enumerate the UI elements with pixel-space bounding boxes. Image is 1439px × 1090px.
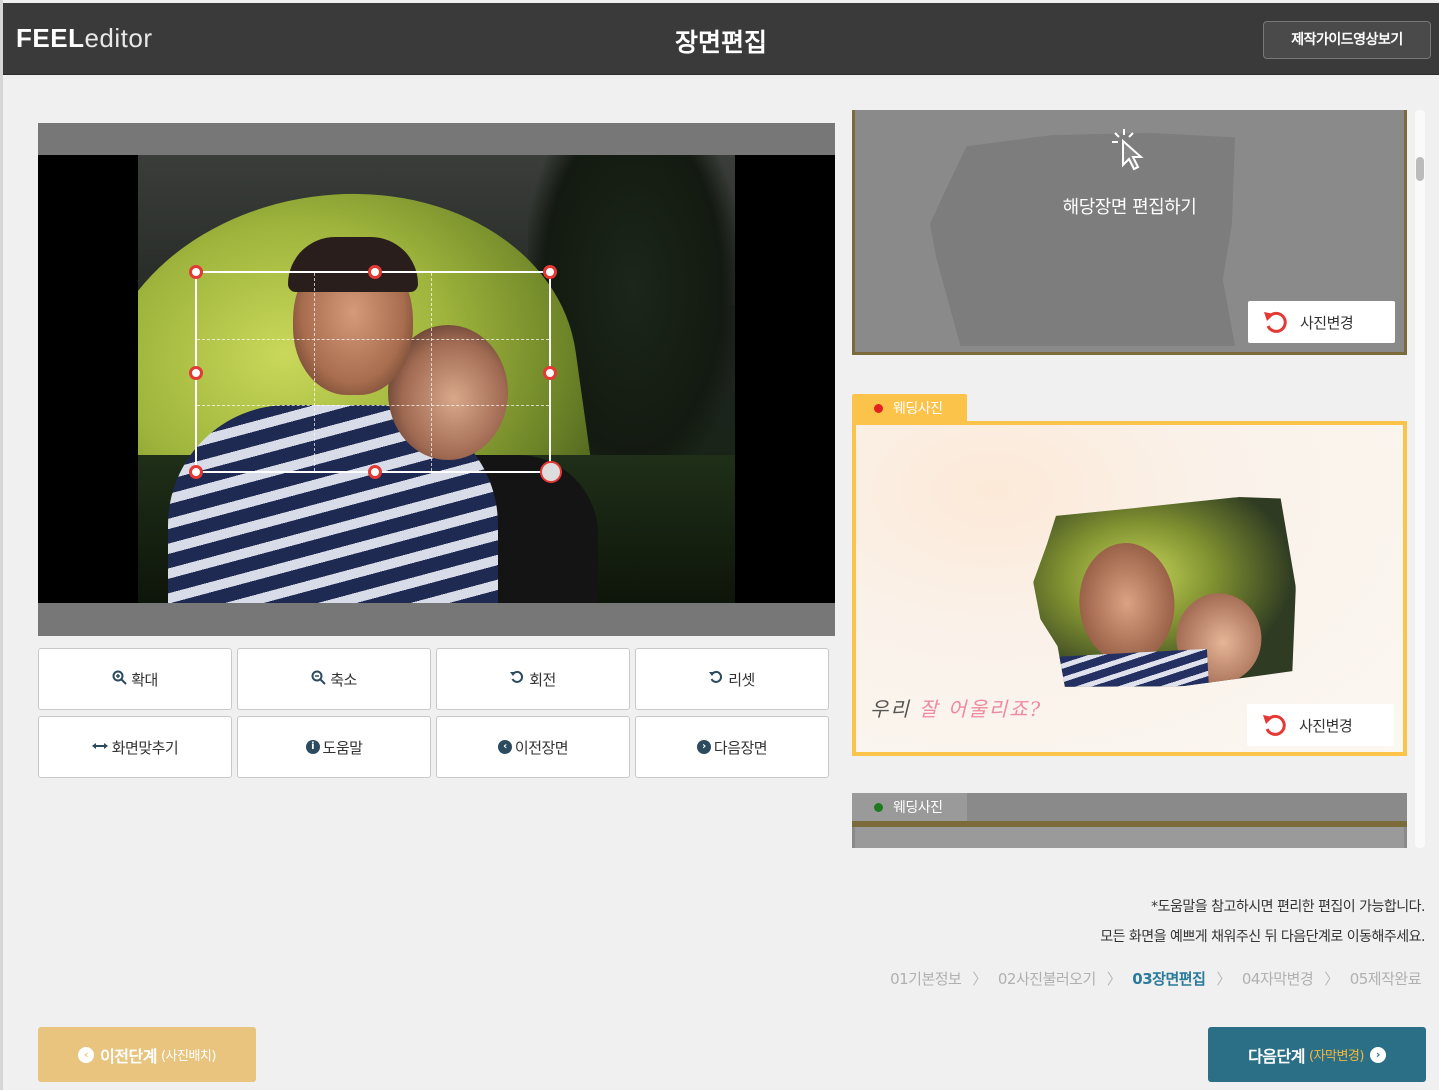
reset-icon <box>709 670 724 689</box>
scene-tag-label-3: 웨딩사진 <box>893 800 943 816</box>
reset-arrow-icon <box>1263 714 1286 736</box>
help-button[interactable]: i 도움말 <box>237 716 431 778</box>
crop-handle-right[interactable] <box>543 366 557 380</box>
help-label: 도움말 <box>322 738 363 757</box>
rotate-icon <box>510 670 525 689</box>
scene-list[interactable]: 해당장면 편집하기 사진변경 웨딩사진 우리 잘 어울리죠? 사진변경 웨딩사진 <box>852 110 1407 848</box>
note-line-1: *도움말을 참고하시면 편리한 편집이 가능합니다. <box>1151 899 1425 915</box>
prev-scene-label: 이전장면 <box>514 738 569 757</box>
step-4: 04자막변경 <box>1241 970 1314 988</box>
scene-tag-label-2: 웨딩사진 <box>893 401 943 417</box>
rotate-label: 회전 <box>529 670 556 689</box>
next-scene-label: 다음장면 <box>713 738 768 757</box>
crop-handle-rotate[interactable] <box>540 461 562 483</box>
zoom-in-label: 확대 <box>131 670 158 689</box>
prev-scene-button[interactable]: ‹ 이전장면 <box>436 716 630 778</box>
change-photo-button-2[interactable]: 사진변경 <box>1247 704 1394 746</box>
guide-video-button[interactable]: 제작가이드영상보기 <box>1263 21 1431 59</box>
prev-step-label: 이전단계 <box>100 1046 157 1066</box>
arrow-right-circle-icon: › <box>696 740 711 754</box>
caption-plain: 우리 <box>870 697 920 721</box>
change-photo-label-2: 사진변경 <box>1299 716 1353 735</box>
help-notes: *도움말을 참고하시면 편리한 편집이 가능합니다. 모든 화면을 예쁘게 채워… <box>1100 892 1425 952</box>
reset-arrow-icon <box>1264 311 1287 333</box>
step-breadcrumb: 01기본정보 〉 02사진불러오기 〉 03장면편집 〉 04자막변경 〉 05… <box>888 968 1423 989</box>
scene-photo-2 <box>1029 494 1300 693</box>
zoom-out-button[interactable]: 축소 <box>237 648 431 710</box>
click-cursor-icon <box>1110 127 1150 175</box>
fit-screen-label: 화면맞추기 <box>111 738 179 757</box>
crop-handle-bottom[interactable] <box>368 465 382 479</box>
app-header: FEELeditor 장면편집 제작가이드영상보기 <box>3 3 1439 75</box>
chevron-right-icon: 〉 <box>1324 970 1339 988</box>
change-photo-button-1[interactable]: 사진변경 <box>1248 301 1395 343</box>
canvas-frame <box>38 155 835 603</box>
edit-scene-text: 해당장면 편집하기 <box>1062 197 1197 218</box>
status-dot-red <box>874 403 883 413</box>
status-dot-green <box>874 802 883 812</box>
page-title: 장면편집 <box>674 28 767 57</box>
chevron-right-icon: 〉 <box>972 970 987 988</box>
scene-tag-3: 웨딩사진 <box>852 793 967 821</box>
chevron-right-icon: 〉 <box>1216 970 1231 988</box>
scene-tag-2: 웨딩사진 <box>852 394 967 422</box>
reset-label: 리셋 <box>728 670 755 689</box>
next-step-sub: (자막변경) <box>1308 1049 1364 1064</box>
reset-button[interactable]: 리셋 <box>635 648 829 710</box>
arrow-left-circle-icon: ‹ <box>497 740 512 754</box>
arrow-left-circle-icon: ‹ <box>78 1046 95 1063</box>
crop-handle-top-left[interactable] <box>189 265 203 279</box>
prev-step-button[interactable]: ‹ 이전단계 (사진배치) <box>38 1027 256 1082</box>
crop-box[interactable] <box>189 265 562 483</box>
fit-screen-button[interactable]: 화면맞추기 <box>38 716 232 778</box>
scene-card-2[interactable]: 우리 잘 어울리죠? 사진변경 <box>852 421 1407 756</box>
scene-card-1[interactable]: 해당장면 편집하기 사진변경 <box>852 110 1407 355</box>
step-5: 05제작완료 <box>1349 970 1422 988</box>
crop-handle-top[interactable] <box>368 265 382 279</box>
arrow-right-circle-icon: › <box>1369 1046 1386 1063</box>
prev-step-sub: (사진배치) <box>160 1049 216 1064</box>
zoom-out-icon <box>311 670 326 689</box>
step-3-active: 03장면편집 <box>1132 970 1206 988</box>
change-photo-label-1: 사진변경 <box>1300 313 1354 332</box>
crop-handle-left[interactable] <box>189 366 203 380</box>
next-step-label: 다음단계 <box>1248 1046 1305 1066</box>
zoom-in-button[interactable]: 확대 <box>38 648 232 710</box>
zoom-in-icon <box>112 670 127 689</box>
window-edge <box>0 0 3 1090</box>
tool-buttons: 확대 축소 회전 리셋 화면맞추기 i 도움말 ‹ 이전장면 › 다음장면 <box>38 648 830 778</box>
info-icon: i <box>305 740 320 754</box>
caption-pink: 잘 어울리죠? <box>919 697 1043 721</box>
rotate-button[interactable]: 회전 <box>436 648 630 710</box>
step-2: 02사진불러오기 <box>997 970 1096 988</box>
zoom-out-label: 축소 <box>330 670 357 689</box>
scene-photo-placeholder <box>930 132 1235 346</box>
next-scene-button[interactable]: › 다음장면 <box>635 716 829 778</box>
crop-handle-bottom-left[interactable] <box>189 465 203 479</box>
next-step-button[interactable]: 다음단계 (자막변경) › <box>1208 1027 1426 1082</box>
scene-list-scrollbar[interactable] <box>1415 110 1425 848</box>
scene-caption: 우리 잘 어울리죠? <box>870 693 1042 722</box>
scrollbar-thumb[interactable] <box>1416 157 1424 181</box>
edit-canvas <box>38 123 835 636</box>
step-1: 01기본정보 <box>890 970 962 988</box>
crop-handle-top-right[interactable] <box>543 265 557 279</box>
chevron-right-icon: 〉 <box>1106 970 1122 988</box>
note-line-2: 모든 화면을 예쁘게 채워주신 뒤 다음단계로 이동해주세요. <box>1100 929 1425 945</box>
fit-width-icon <box>91 739 108 755</box>
